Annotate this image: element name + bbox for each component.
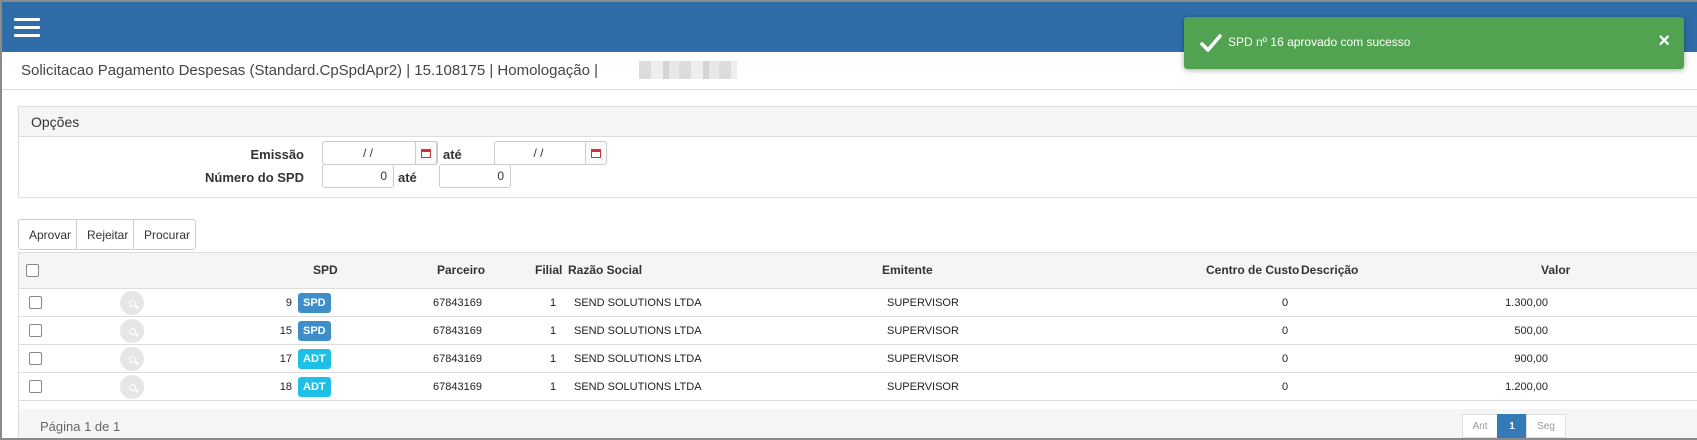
hamburger-menu-icon[interactable] (14, 18, 40, 38)
col-filial[interactable]: Filial (535, 263, 562, 277)
filial-cell: 1 (550, 381, 557, 393)
col-razao-social[interactable]: Razão Social (568, 263, 642, 277)
row-checkbox[interactable] (29, 296, 42, 309)
calendar-icon[interactable] (585, 141, 607, 165)
row-checkbox[interactable] (29, 352, 42, 365)
ate-label: até (398, 170, 417, 185)
row-checkbox[interactable] (29, 324, 42, 337)
valor-cell: 1.300,00 (1505, 297, 1548, 309)
col-spd[interactable]: SPD (313, 263, 338, 277)
parceiro-cell: 67843169 (433, 325, 482, 337)
table-row[interactable]: 9 SPD 67843169 1 SEND SOLUTIONS LTDA SUPERVIS… (19, 289, 1697, 317)
centro-custo-cell: 0 (1282, 381, 1289, 393)
approve-button[interactable]: Aprovar (18, 219, 77, 250)
search-button[interactable]: Procurar (133, 219, 196, 250)
toast-message: SPD nº 16 aprovado com sucesso (1228, 35, 1411, 49)
col-descricao[interactable]: Descrição (1301, 263, 1358, 277)
search-icon[interactable] (120, 291, 144, 315)
reject-button[interactable]: Rejeitar (76, 219, 134, 250)
razao-social-cell: SEND SOLUTIONS LTDA (574, 325, 702, 337)
options-panel: Opções Emissão / / até / / Número do SPD… (18, 106, 1697, 198)
action-button-group: Aprovar Rejeitar Procurar (18, 219, 196, 250)
page-title: Solicitacao Pagamento Despesas (Standard… (21, 62, 599, 79)
razao-social-cell: SEND SOLUTIONS LTDA (574, 297, 702, 309)
valor-cell: 900,00 (1514, 353, 1548, 365)
filial-cell: 1 (550, 297, 557, 309)
centro-custo-cell: 0 (1282, 297, 1289, 309)
numero-spd-label: Número do SPD (205, 170, 304, 185)
options-heading: Opções (19, 107, 1697, 137)
numero-to-input[interactable]: 0 (439, 164, 511, 188)
numero-from-input[interactable]: 0 (322, 164, 394, 188)
table-row[interactable]: 15 SPD 67843169 1 SEND SOLUTIONS LTDA SUPERVI… (19, 317, 1697, 345)
ate-label: até (443, 147, 462, 162)
emitente-cell: SUPERVISOR (887, 381, 959, 393)
razao-social-cell: SEND SOLUTIONS LTDA (574, 381, 702, 393)
filial-cell: 1 (550, 325, 557, 337)
type-badge[interactable]: ADT (298, 349, 331, 369)
valor-cell: 1.200,00 (1505, 381, 1548, 393)
parceiro-cell: 67843169 (433, 381, 482, 393)
type-badge[interactable]: SPD (298, 321, 331, 341)
app-frame: Solicitacao Pagamento Despesas (Standard… (0, 0, 1697, 440)
col-valor[interactable]: Valor (1541, 263, 1570, 277)
close-icon[interactable]: × (1658, 29, 1670, 53)
spd-number: 9 (285, 297, 292, 309)
centro-custo-cell: 0 (1282, 325, 1289, 337)
valor-cell: 500,00 (1514, 325, 1548, 337)
type-badge[interactable]: ADT (298, 377, 331, 397)
spd-number: 18 (279, 381, 292, 393)
search-icon[interactable] (120, 347, 144, 371)
col-parceiro[interactable]: Parceiro (437, 263, 485, 277)
emissao-label: Emissão (250, 147, 304, 162)
parceiro-cell: 67843169 (433, 353, 482, 365)
row-checkbox[interactable] (29, 380, 42, 393)
redacted-environment-name (639, 61, 737, 79)
pagination: Ant 1 Seg (1462, 414, 1566, 438)
table-row[interactable]: 18 ADT 67843169 1 SEND SOLUTIONS LTDA SUPERVI… (19, 373, 1697, 401)
calendar-icon[interactable] (415, 141, 437, 165)
table-footer: Página 1 de 1 Ant 1 Seg (19, 409, 1697, 438)
next-page-button[interactable]: Seg (1526, 414, 1566, 438)
prev-page-button[interactable]: Ant (1462, 414, 1498, 438)
spd-number: 17 (279, 353, 292, 365)
success-toast: SPD nº 16 aprovado com sucesso × (1184, 17, 1684, 69)
page-1-button[interactable]: 1 (1497, 414, 1527, 438)
table-header: SPD Parceiro Filial Razão Social Emitent… (19, 253, 1697, 289)
select-all-checkbox[interactable] (26, 264, 39, 277)
emitente-cell: SUPERVISOR (887, 353, 959, 365)
search-icon[interactable] (120, 319, 144, 343)
type-badge[interactable]: SPD (298, 293, 331, 313)
filial-cell: 1 (550, 353, 557, 365)
spd-number: 15 (279, 325, 292, 337)
emitente-cell: SUPERVISOR (887, 325, 959, 337)
centro-custo-cell: 0 (1282, 353, 1289, 365)
col-centro-custo[interactable]: Centro de Custo (1206, 263, 1299, 277)
emitente-cell: SUPERVISOR (887, 297, 959, 309)
search-icon[interactable] (120, 375, 144, 399)
pagination-info: Página 1 de 1 (40, 419, 121, 434)
spd-table: SPD Parceiro Filial Razão Social Emitent… (18, 252, 1697, 438)
parceiro-cell: 67843169 (433, 297, 482, 309)
razao-social-cell: SEND SOLUTIONS LTDA (574, 353, 702, 365)
col-emitente[interactable]: Emitente (882, 263, 933, 277)
check-icon (1200, 34, 1222, 52)
table-row[interactable]: 17 ADT 67843169 1 SEND SOLUTIONS LTDA SUPERVI… (19, 345, 1697, 373)
